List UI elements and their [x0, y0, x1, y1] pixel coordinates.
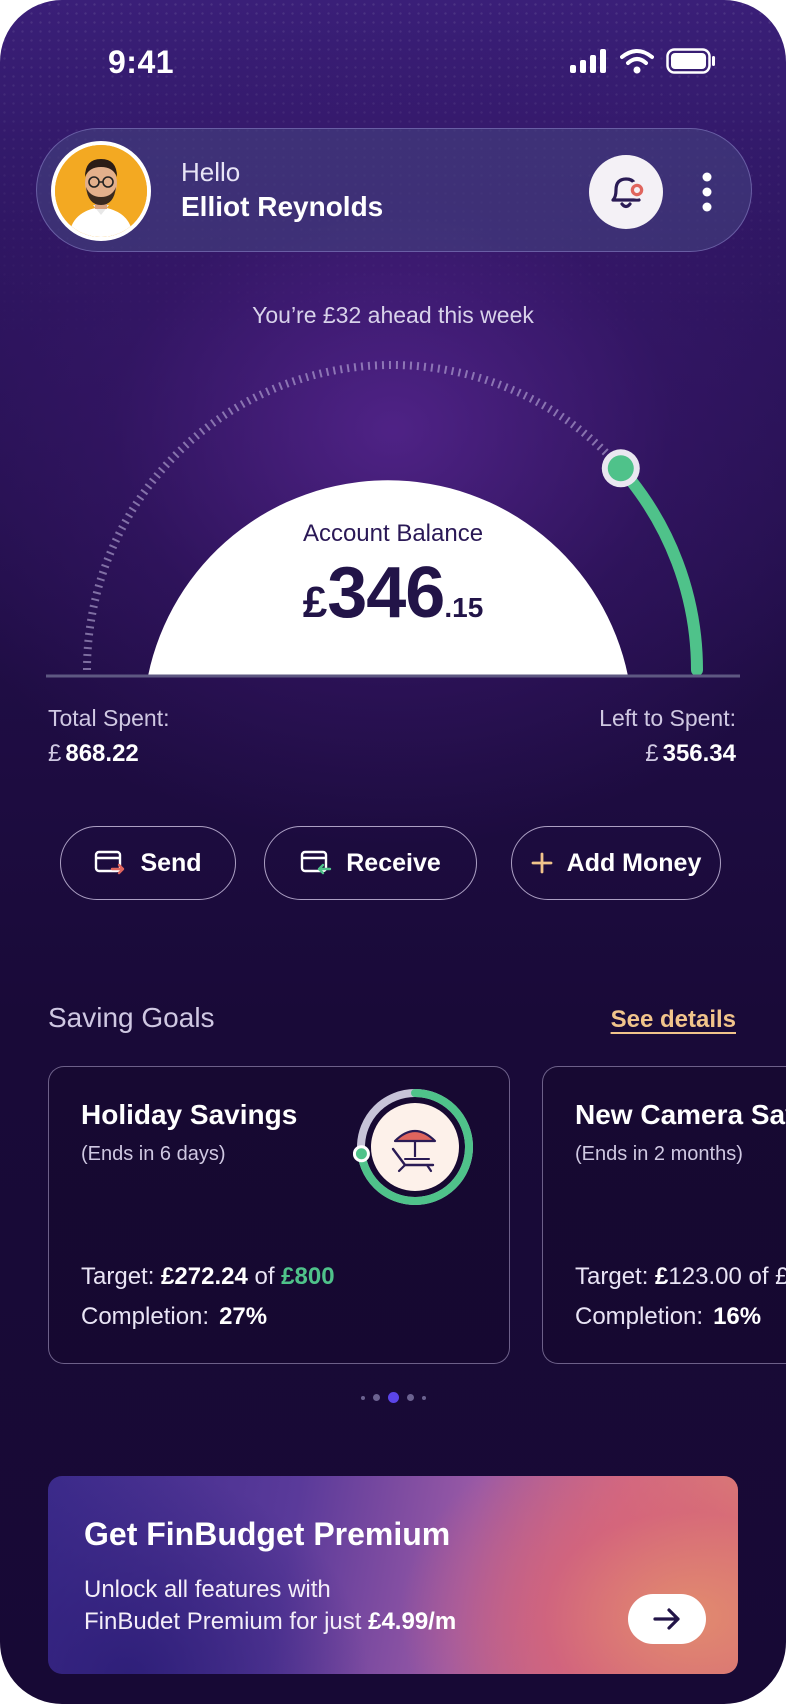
total-spent-value: £868.22 [48, 740, 139, 768]
balance-amount: £346.15 [0, 552, 786, 634]
notifications-button[interactable] [589, 155, 663, 229]
weekly-status-text: You’re £32 ahead this week [252, 302, 534, 328]
balance-currency: £ [302, 578, 328, 627]
plus-icon [531, 852, 553, 874]
goal-ring-knob [353, 1145, 370, 1163]
pager-dot[interactable] [406, 1394, 414, 1401]
phone-screen: 9:41 Hello Elliot Reynolds You’re £32 ah… [0, 0, 786, 1704]
status-icons [570, 48, 716, 74]
balance-gauge [46, 361, 740, 678]
left-to-spend-amount: 356.34 [662, 740, 736, 767]
total-spent-label: Total Spent: [48, 705, 170, 731]
goal-completion-label: Completion: [575, 1303, 704, 1330]
send-card-icon [95, 850, 125, 875]
greeting-text: Hello [181, 157, 241, 187]
pager-dot-active[interactable] [387, 1392, 399, 1403]
arrow-right-icon [653, 1608, 680, 1630]
send-label: Send [140, 848, 202, 877]
premium-description: Unlock all features with FinBudet Premiu… [84, 1574, 456, 1638]
gauge-knob [601, 449, 640, 488]
goal-completion: Completion: 16% [575, 1303, 761, 1331]
goal-completion: Completion: 27% [81, 1303, 267, 1331]
bell-icon [611, 177, 646, 209]
premium-title: Get FinBudget Premium [84, 1516, 451, 1552]
wifi-icon [620, 49, 654, 74]
goal-card-holiday[interactable]: Holiday Savings (Ends in 6 days) Target:… [48, 1066, 510, 1364]
premium-line-2: FinBudet Premium for just [84, 1608, 369, 1635]
balance-whole: 346 [327, 553, 445, 633]
goal-deadline: (Ends in 2 months) [575, 1143, 743, 1165]
premium-banner[interactable]: Get FinBudget Premium Unlock all feature… [48, 1476, 738, 1674]
goals-pager[interactable] [0, 1392, 786, 1403]
add-money-label: Add Money [566, 848, 702, 877]
goal-title: New Camera Sav [575, 1099, 786, 1130]
receive-button[interactable]: Receive [264, 826, 477, 900]
goal-of-text: of £ [748, 1263, 786, 1290]
pager-dot[interactable] [360, 1395, 365, 1400]
goal-completion-value: 27% [219, 1303, 268, 1330]
premium-go-button[interactable] [628, 1594, 706, 1644]
goal-target-amount: £800 [281, 1263, 335, 1290]
goal-completion-value: 16% [713, 1303, 762, 1330]
status-time: 9:41 [108, 44, 175, 80]
goal-current-amount: £272.24 [161, 1263, 248, 1290]
send-button[interactable]: Send [60, 826, 236, 900]
more-options-icon[interactable] [697, 171, 717, 213]
receive-label: Receive [346, 848, 441, 877]
total-spent-amount: 868.22 [65, 740, 139, 767]
goal-of-text: of [254, 1263, 275, 1290]
add-money-button[interactable]: Add Money [511, 826, 721, 900]
goal-current-amount: 123.00 [668, 1263, 742, 1290]
goal-target: Target: £123.00 of £ [575, 1263, 786, 1291]
goal-deadline: (Ends in 6 days) [81, 1143, 226, 1165]
user-portrait-icon [55, 145, 147, 237]
goal-current-currency: £ [655, 1263, 669, 1290]
goal-target-label: Target: [81, 1263, 155, 1290]
total-spent-currency: £ [48, 740, 62, 767]
goal-card-camera[interactable]: New Camera Sav (Ends in 2 months) Target… [542, 1066, 786, 1364]
signal-icon [570, 49, 606, 73]
goal-completion-label: Completion: [81, 1303, 210, 1330]
goal-progress-ring [353, 1089, 473, 1205]
user-name: Elliot Reynolds [181, 191, 384, 222]
avatar[interactable] [51, 141, 151, 241]
profile-header: Hello Elliot Reynolds [36, 128, 752, 252]
premium-price: £4.99/m [368, 1608, 457, 1635]
saving-goals-title: Saving Goals [48, 1002, 215, 1033]
left-to-spend-label: Left to Spent: [599, 705, 736, 731]
premium-line-1: Unlock all features with [84, 1576, 331, 1603]
left-to-spend-currency: £ [645, 740, 659, 767]
goal-target: Target: £272.24 of £800 [81, 1263, 335, 1291]
see-details-link[interactable]: See details [611, 1006, 736, 1034]
battery-icon [666, 48, 715, 74]
goal-title: Holiday Savings [81, 1099, 298, 1130]
pager-dot[interactable] [372, 1394, 380, 1401]
left-to-spend-value: £356.34 [645, 740, 736, 768]
pager-dot[interactable] [421, 1395, 426, 1400]
balance-label: Account Balance [302, 520, 484, 547]
receive-card-icon [301, 850, 332, 875]
goal-target-label: Target: [575, 1263, 649, 1290]
balance-cents: .15 [444, 592, 484, 623]
